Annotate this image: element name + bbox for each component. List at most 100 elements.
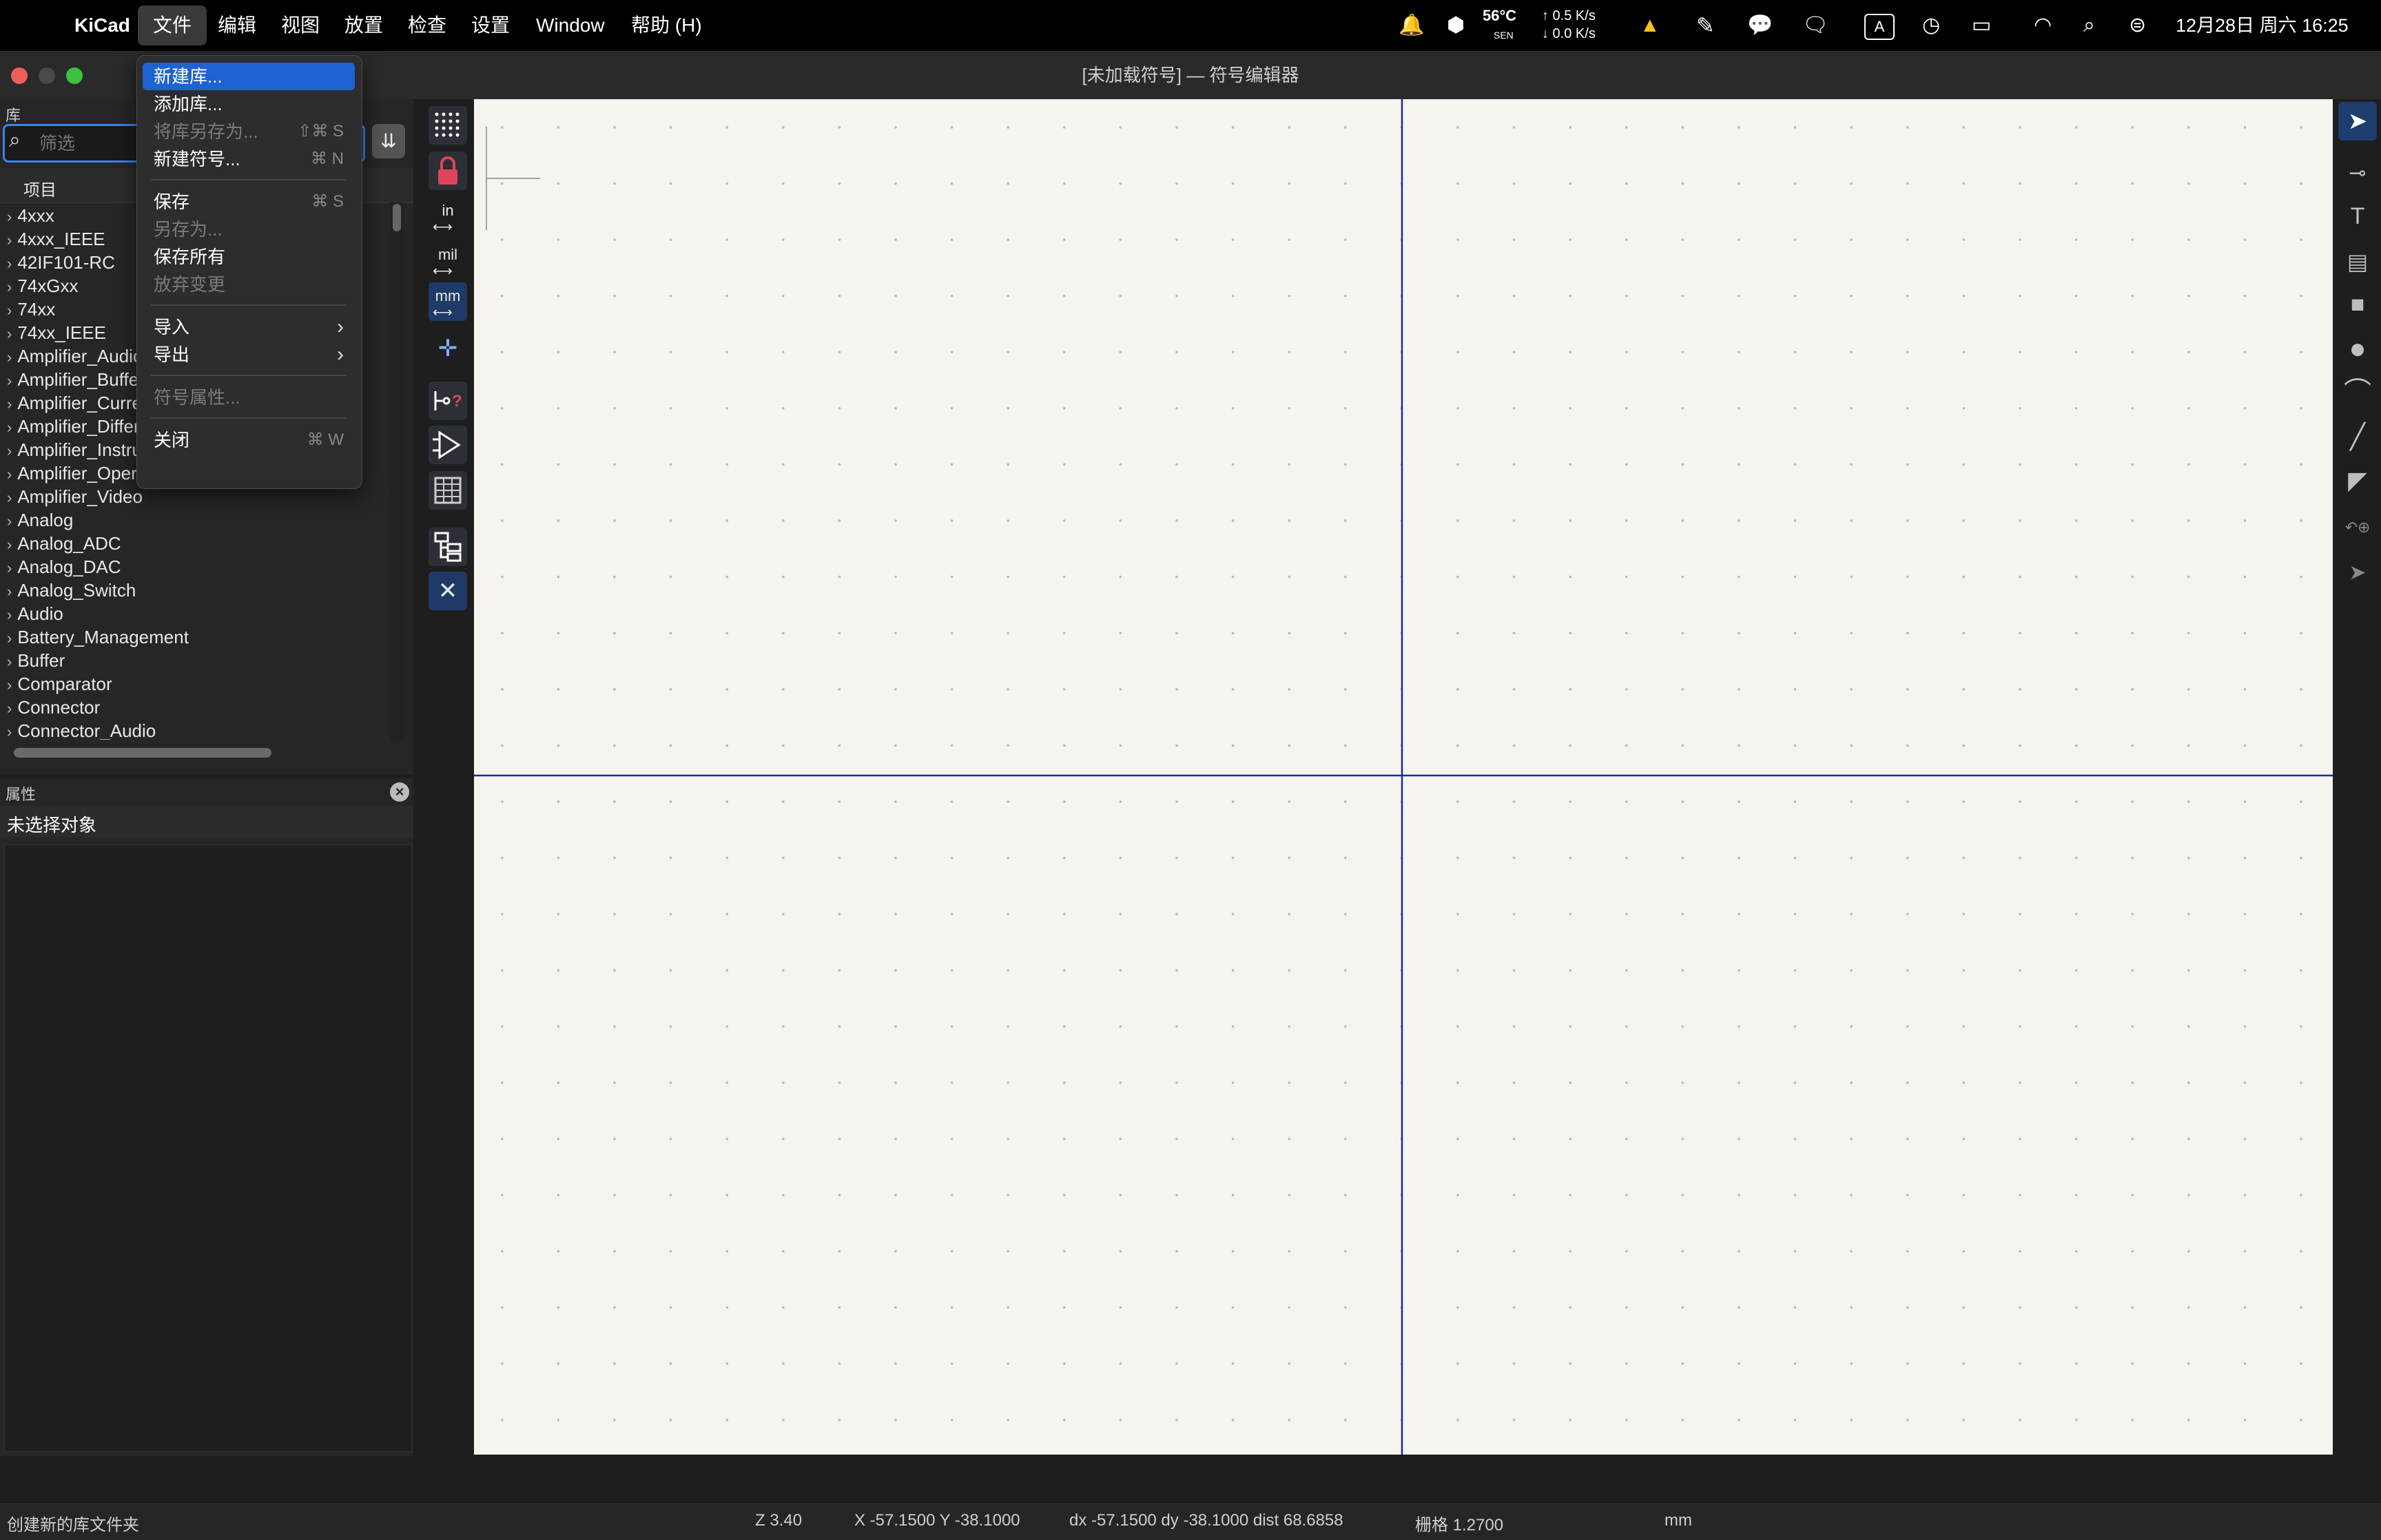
chevron-right-icon[interactable]: ›	[7, 723, 12, 740]
table-icon[interactable]	[429, 471, 467, 510]
anchor-icon[interactable]: ↶⊕	[2338, 508, 2377, 547]
menu-window[interactable]: Window	[521, 0, 620, 51]
draw-polygon-icon[interactable]: ◤	[2338, 461, 2377, 500]
add-textbox-icon[interactable]: ▤	[2338, 242, 2377, 281]
chevron-right-icon[interactable]: ›	[7, 653, 12, 670]
library-tree-item[interactable]: › Analog_ADC	[7, 532, 121, 555]
menu-edit[interactable]: 编辑	[203, 0, 271, 51]
library-tree-item[interactable]: › 74xx	[7, 298, 55, 321]
menu-view[interactable]: 视图	[266, 0, 335, 51]
show-pin-electrical-type-icon[interactable]: ?	[429, 382, 467, 420]
unit-mm-button[interactable]: mm ⟷	[429, 282, 467, 321]
library-tree-item[interactable]: › 74xx_IEEE	[7, 321, 106, 344]
cursor-crosshair-icon[interactable]: ✛	[429, 329, 467, 368]
menu-file[interactable]: 文件	[138, 6, 207, 45]
library-tree-item[interactable]: › Battery_Management	[7, 625, 189, 649]
menu-place[interactable]: 放置	[329, 0, 398, 51]
library-tree-item[interactable]: › 74xGxx	[7, 274, 78, 298]
app-menu-kicad[interactable]: KiCad	[59, 0, 145, 51]
draw-arc-icon[interactable]: ⌒	[2338, 373, 2377, 412]
add-text-icon[interactable]: T	[2338, 197, 2377, 236]
delete-tool-icon[interactable]: ➤	[2338, 554, 2377, 592]
library-tree-item[interactable]: › 4xxx	[7, 204, 54, 227]
bell-icon[interactable]: 🔔	[1399, 0, 1424, 51]
chevron-right-icon[interactable]: ›	[7, 559, 12, 576]
chevron-right-icon[interactable]: ›	[7, 629, 12, 647]
symbol-editor-canvas[interactable]	[474, 99, 2333, 1455]
pen-icon[interactable]: ✎	[1696, 0, 1715, 51]
chevron-right-icon[interactable]: ›	[7, 325, 12, 342]
file-menu-item[interactable]: 关闭 ⌘ W	[143, 426, 355, 454]
chevron-right-icon[interactable]: ›	[7, 348, 12, 366]
library-tree-item[interactable]: › 4xxx_IEEE	[7, 227, 105, 251]
library-tree-item[interactable]: › Amplifier_Audio	[7, 344, 143, 368]
library-tree-item[interactable]: › Comparator	[7, 672, 112, 696]
file-menu-item[interactable]: 添加库...	[143, 90, 355, 118]
draw-circle-icon[interactable]: ●	[2338, 329, 2377, 368]
chevron-right-icon[interactable]: ›	[7, 278, 12, 295]
grid-toggle-icon[interactable]	[429, 106, 467, 145]
file-menu-item[interactable]: 保存所有	[143, 243, 355, 271]
warning-icon[interactable]: ▲	[1640, 0, 1660, 51]
stats-icon[interactable]: ⬢	[1447, 0, 1465, 51]
scrollbar-thumb[interactable]	[393, 204, 401, 231]
library-tree-item[interactable]: › Analog_Switch	[7, 579, 136, 602]
chevron-right-icon[interactable]: ›	[7, 302, 12, 319]
search-icon[interactable]: ⌕	[9, 129, 21, 152]
sort-library-button[interactable]: ⇊	[372, 124, 405, 158]
file-menu-item[interactable]: 新建符号... ⌘ N	[143, 145, 355, 173]
add-pin-icon[interactable]: ⊸	[2338, 154, 2377, 193]
library-tree-item[interactable]: › Analog	[7, 508, 73, 532]
library-tree-item[interactable]: › Analog_DAC	[7, 555, 121, 579]
chevron-right-icon[interactable]: ›	[7, 512, 12, 530]
library-tree-item[interactable]: › 42IF101-RC	[7, 251, 115, 274]
menu-inspect[interactable]: 检查	[393, 0, 462, 51]
lock-grid-icon[interactable]	[429, 152, 467, 190]
chevron-right-icon[interactable]: ›	[7, 395, 12, 413]
file-menu-item[interactable]: 导出 ›	[143, 341, 355, 368]
library-tree-item[interactable]: › Amplifier_Buffer	[7, 368, 145, 391]
library-tree-item[interactable]: › Amplifier_Current	[7, 391, 157, 415]
close-properties-icon[interactable]: ×	[390, 782, 409, 802]
library-tree-item[interactable]: › Connector_Audio	[7, 719, 156, 740]
file-menu-item[interactable]: 新建库...	[143, 63, 355, 90]
chevron-right-icon[interactable]: ›	[7, 419, 12, 436]
library-tree-item[interactable]: › Amplifier_Video	[7, 485, 143, 508]
library-horizontal-scrollbar[interactable]	[14, 748, 271, 758]
library-tree-item[interactable]: › Audio	[7, 602, 63, 625]
library-tree-item[interactable]: › Connector	[7, 696, 100, 719]
control-center-icon[interactable]: ⊜	[2129, 0, 2146, 51]
clock-datetime[interactable]: 12月28日 周六 16:25	[2176, 0, 2349, 51]
time-machine-icon[interactable]: ◷	[1922, 0, 1940, 51]
draw-rectangle-icon[interactable]: ■	[2338, 285, 2377, 324]
file-menu-item[interactable]: 保存 ⌘ S	[143, 188, 355, 216]
unit-inches-button[interactable]: in ⟷	[429, 197, 467, 236]
tools-icon[interactable]: ✕	[429, 572, 467, 610]
chevron-right-icon[interactable]: ›	[7, 536, 12, 553]
chevron-right-icon[interactable]: ›	[7, 231, 12, 249]
input-method-indicator[interactable]: A	[1864, 14, 1895, 40]
chevron-right-icon[interactable]: ›	[7, 466, 12, 483]
unit-mils-button[interactable]: mil ⟷	[429, 241, 467, 280]
apple-icon[interactable]	[14, 0, 44, 51]
chat-icon[interactable]: 🗨	[1802, 0, 1828, 51]
chevron-right-icon[interactable]: ›	[7, 606, 12, 623]
select-arrow-icon[interactable]: ➤	[2338, 102, 2377, 141]
chevron-right-icon[interactable]: ›	[7, 255, 12, 272]
chevron-right-icon[interactable]: ›	[7, 208, 12, 225]
chevron-right-icon[interactable]: ›	[7, 372, 12, 389]
chevron-right-icon[interactable]: ›	[7, 583, 12, 600]
menu-preferences[interactable]: 设置	[456, 0, 525, 51]
chevron-right-icon[interactable]: ›	[7, 489, 12, 506]
file-menu-item[interactable]: 导入 ›	[143, 313, 355, 341]
menu-help[interactable]: 帮助 (H)	[616, 0, 717, 51]
chevron-right-icon[interactable]: ›	[7, 700, 12, 717]
chevron-right-icon[interactable]: ›	[7, 442, 12, 459]
wifi-icon[interactable]: ◠	[2034, 0, 2052, 51]
hierarchy-navigator-icon[interactable]	[429, 528, 467, 566]
wechat-icon[interactable]: 💬	[1747, 0, 1773, 51]
symbol-body-icon[interactable]	[429, 426, 467, 464]
battery-icon[interactable]: ▭	[1972, 0, 1991, 51]
draw-line-icon[interactable]: ╱	[2338, 417, 2377, 456]
spotlight-search-icon[interactable]: ⌕	[2083, 0, 2095, 51]
